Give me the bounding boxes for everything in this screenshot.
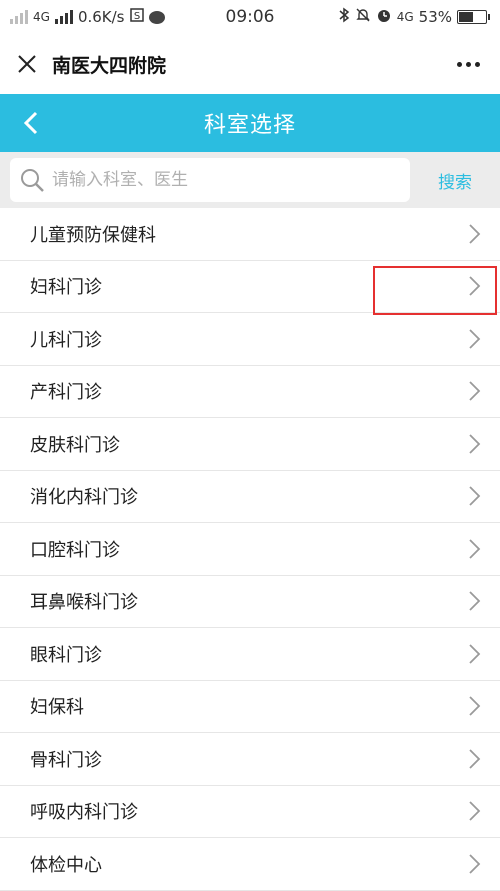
svg-text:S: S	[133, 11, 139, 22]
chevron-right-icon[interactable]	[464, 327, 484, 351]
network-speed: 0.6K/s	[77, 8, 125, 26]
search-area: 搜索	[0, 152, 500, 208]
network-type-right: 4G	[396, 10, 414, 24]
alarm-icon	[376, 7, 392, 27]
mute-bell-icon	[355, 7, 371, 27]
department-list: 儿童预防保健科 妇科门诊儿科门诊产科门诊皮肤科门诊消化内科门诊 口腔科门诊耳鼻喉科门…	[0, 208, 500, 891]
sim-icon: S	[129, 8, 144, 26]
chevron-right-icon[interactable]	[464, 747, 484, 771]
list-item[interactable]: 呼吸内科门诊	[0, 785, 500, 838]
list-item[interactable]: 妇保科	[0, 680, 500, 733]
department-name: 呼吸内科门诊	[30, 802, 138, 824]
department-name: 体检中心	[30, 854, 102, 876]
chevron-right-icon[interactable]	[464, 852, 484, 876]
list-item[interactable]: 消化内科门诊	[0, 470, 500, 523]
network-type-left: 4G	[33, 10, 50, 24]
chevron-right-icon[interactable]	[464, 484, 484, 508]
more-options-icon[interactable]	[451, 56, 486, 73]
list-item[interactable]: 儿科门诊	[0, 313, 500, 366]
chevron-right-icon[interactable]	[464, 694, 484, 718]
battery-percent: 53%	[418, 8, 452, 26]
department-name: 骨科门诊	[30, 749, 102, 771]
department-name: 口腔科门诊	[30, 539, 120, 561]
department-name: 妇科门诊	[30, 277, 102, 299]
list-item[interactable]: 口腔科门诊	[0, 523, 500, 576]
search-icon	[18, 166, 46, 194]
page-title: 南医大四附院	[52, 54, 167, 77]
chevron-right-icon[interactable]	[464, 537, 484, 561]
status-right: 4G 53%	[275, 7, 490, 27]
bluetooth-icon	[338, 7, 350, 27]
battery-icon	[457, 10, 490, 24]
status-left: 4G 0.6K/s S	[10, 8, 226, 26]
department-name: 眼科门诊	[30, 644, 102, 666]
list-item[interactable]: 骨科门诊	[0, 733, 500, 786]
signal-strength-icon-2	[54, 10, 73, 24]
list-item[interactable]: 眼科门诊	[0, 628, 500, 681]
status-bar: 4G 0.6K/s S 09:06 4G 53%	[0, 0, 500, 34]
department-name: 耳鼻喉科门诊	[30, 592, 138, 614]
back-arrow-icon[interactable]	[14, 106, 48, 140]
search-input[interactable]	[50, 169, 402, 191]
chevron-right-icon[interactable]	[464, 379, 484, 403]
list-item[interactable]: 妇科门诊	[0, 260, 500, 313]
chevron-right-icon[interactable]	[464, 222, 484, 246]
department-name: 消化内科门诊	[30, 487, 138, 509]
search-button[interactable]: 搜索	[420, 168, 490, 193]
list-item[interactable]: 产科门诊	[0, 365, 500, 418]
header-title: 科室选择	[203, 113, 296, 138]
search-box[interactable]	[10, 158, 410, 202]
close-icon[interactable]	[14, 51, 40, 77]
chevron-right-icon[interactable]	[464, 274, 484, 298]
chevron-right-icon[interactable]	[464, 642, 484, 666]
message-bubble-icon	[148, 10, 165, 24]
department-name: 儿童预防保健科	[30, 224, 156, 246]
department-name: 妇保科	[30, 697, 84, 719]
chevron-right-icon[interactable]	[464, 799, 484, 823]
title-bar: 南医大四附院	[0, 34, 500, 94]
list-item[interactable]: 皮肤科门诊	[0, 418, 500, 471]
chevron-right-icon[interactable]	[464, 432, 484, 456]
signal-strength-icon	[10, 10, 28, 24]
status-time: 09:06	[225, 7, 275, 27]
chevron-right-icon[interactable]	[464, 589, 484, 613]
department-name: 产科门诊	[30, 382, 102, 404]
department-name: 儿科门诊	[30, 329, 102, 351]
nav-header: 科室选择	[0, 94, 500, 152]
list-item[interactable]: 儿童预防保健科	[0, 208, 500, 261]
department-name: 皮肤科门诊	[30, 434, 120, 456]
list-item[interactable]: 体检中心	[0, 838, 500, 891]
list-item[interactable]: 耳鼻喉科门诊	[0, 575, 500, 628]
